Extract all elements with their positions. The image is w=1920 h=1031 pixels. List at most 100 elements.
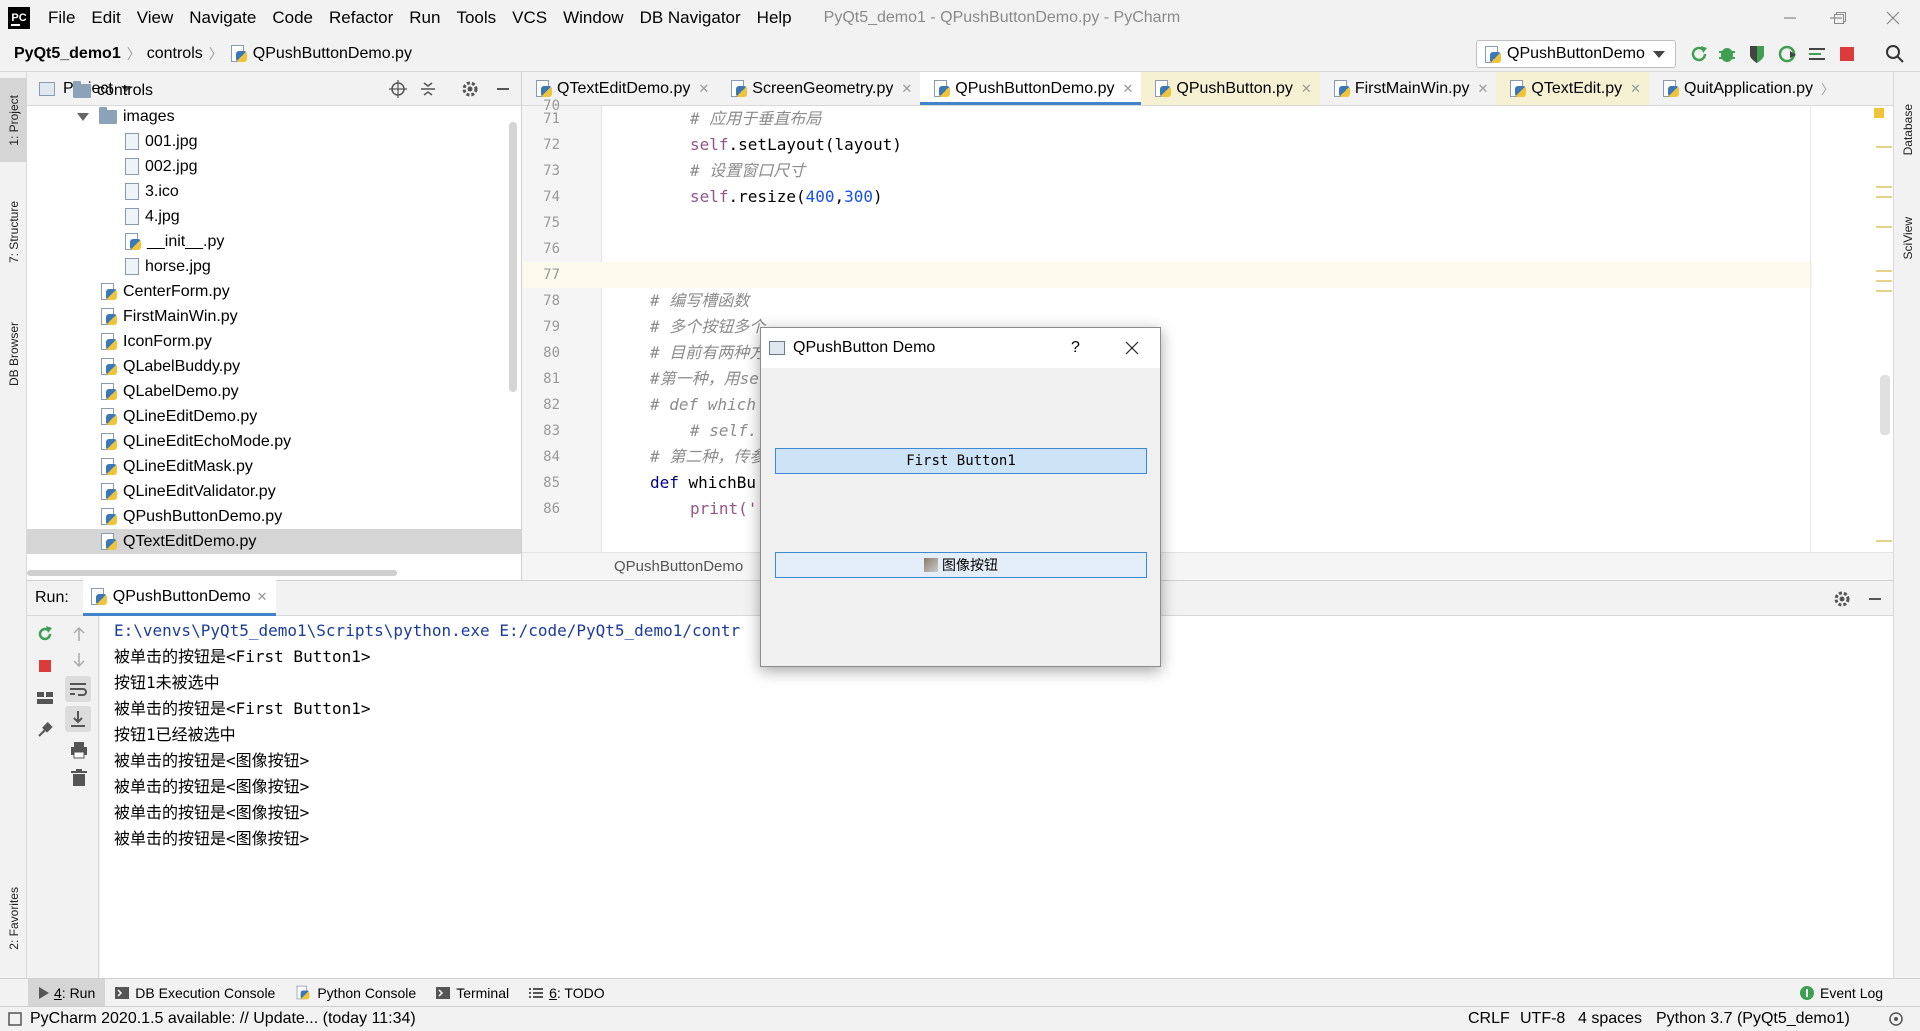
error-stripe-mark[interactable] [1876,196,1892,198]
tab-qpushbutton[interactable]: QPushButton.py ✕ [1141,72,1320,105]
tool-window-python-console[interactable]: Python Console [285,979,426,1007]
menu-edit[interactable]: Edit [83,0,128,36]
tree-item-file-selected[interactable]: QTextEditDemo.py [27,529,521,554]
stop-icon[interactable] [35,656,55,676]
editor-scrollbar[interactable] [1880,375,1890,435]
tool-window-event-log[interactable]: Event Log [1790,979,1893,1007]
tree-item-file[interactable]: QPushButtonDemo.py [27,504,507,529]
window-restore-button[interactable] [1820,0,1860,36]
status-interpreter[interactable]: Python 3.7 (PyQt5_demo1) [1656,1007,1850,1031]
close-icon[interactable]: ✕ [257,589,268,605]
error-stripe-mark[interactable] [1876,146,1892,148]
first-button1[interactable]: First Button1 [775,448,1147,474]
soft-wrap-toggle[interactable] [65,676,91,702]
stop-icon[interactable] [1836,43,1858,65]
editor-breadcrumb[interactable]: QPushButtonDemo [522,552,1893,580]
tree-item-file[interactable]: QLineEditDemo.py [27,404,507,429]
tree-item-file[interactable]: 001.jpg [27,129,507,154]
breadcrumb-folder[interactable]: controls [141,45,203,63]
tool-tab-database[interactable]: Database [1894,82,1920,178]
error-stripe-mark[interactable] [1876,540,1892,542]
tab-qtextedit[interactable]: QTextEdit.py ✕ [1496,72,1650,105]
vertical-scrollbar[interactable] [509,122,517,392]
profile-icon[interactable] [1776,43,1798,65]
breadcrumb-project[interactable]: PyQt5_demo1 [0,45,121,63]
menu-navigate[interactable]: Navigate [181,0,264,36]
menu-window[interactable]: Window [555,0,631,36]
tool-window-terminal[interactable]: Terminal [426,979,519,1007]
inspector-icon[interactable] [1888,1011,1904,1027]
trash-icon[interactable] [69,768,89,788]
pin-icon[interactable] [35,720,55,740]
tree-item-controls[interactable]: controls [27,78,507,103]
rerun-icon[interactable] [35,624,55,644]
hide-icon[interactable] [1867,591,1883,607]
coverage-icon[interactable] [1746,43,1768,65]
tool-tab-db-browser[interactable]: DB Browser [0,304,27,404]
status-line-separator[interactable]: CRLF [1468,1007,1510,1031]
chevron-right-icon[interactable]: 〉 [1821,79,1834,98]
tree-item-file[interactable]: QLineEditEchoMode.py [27,429,507,454]
menu-refactor[interactable]: Refactor [321,0,401,36]
menu-db-navigator[interactable]: DB Navigator [632,0,749,36]
close-icon[interactable] [1125,341,1139,355]
status-encoding[interactable]: UTF-8 [1520,1007,1565,1031]
error-stripe-mark[interactable] [1876,290,1892,292]
error-stripe-mark[interactable] [1876,270,1892,272]
tab-quitapplication[interactable]: QuitApplication.py 〉 [1649,72,1842,105]
scroll-to-end-toggle[interactable] [65,706,91,732]
run-configuration-select[interactable]: QPushButtonDemo [1476,40,1676,68]
gear-icon[interactable] [1833,590,1851,608]
image-button[interactable]: 图像按钮 [775,552,1147,578]
tab-screengeometry[interactable]: ScreenGeometry.py ✕ [717,72,920,105]
menu-help[interactable]: Help [749,0,800,36]
tab-firstmainwin[interactable]: FirstMainWin.py ✕ [1320,72,1497,105]
inspection-warning-icon[interactable] [1874,108,1884,118]
restore-layout-icon[interactable] [35,688,55,708]
dialog-title-bar[interactable]: QPushButton Demo ? [761,328,1160,368]
close-icon[interactable]: ✕ [1630,81,1641,97]
tree-item-file[interactable]: 002.jpg [27,154,507,179]
horizontal-scrollbar[interactable] [27,570,397,576]
status-indent[interactable]: 4 spaces [1578,1007,1642,1031]
tool-tab-favorites[interactable]: 2: Favorites [0,868,27,968]
tree-item-file[interactable]: CenterForm.py [27,279,507,304]
print-icon[interactable] [69,740,89,760]
debug-icon[interactable] [1716,43,1738,65]
run-console[interactable]: E:\venvs\PyQt5_demo1\Scripts\python.exe … [100,616,1893,978]
tree-item-file[interactable]: 3.ico [27,179,507,204]
close-icon[interactable]: ✕ [1301,81,1312,97]
tool-tab-structure[interactable]: 7: Structure [0,182,27,282]
window-close-button[interactable] [1866,0,1920,36]
tree-item-file[interactable]: IconForm.py [27,329,507,354]
arrow-up-icon[interactable] [69,624,89,644]
tool-window-run[interactable]: 4: Run [28,978,106,1007]
tree-item-images[interactable]: images [27,104,507,129]
status-update-message[interactable]: PyCharm 2020.1.5 available: // Update...… [30,1010,416,1028]
tree-item-file[interactable]: QLineEditValidator.py [27,479,507,504]
menu-tools[interactable]: Tools [448,0,504,36]
tree-item-file[interactable]: horse.jpg [27,254,507,279]
tool-window-todo[interactable]: 6: TODO [519,979,615,1007]
tool-tab-sciview[interactable]: SciView [1894,190,1920,286]
toggle-tool-windows-icon[interactable] [8,1011,22,1026]
close-icon[interactable]: ✕ [901,81,912,97]
menu-file[interactable]: File [40,0,83,36]
menu-vcs[interactable]: VCS [504,0,555,36]
help-button[interactable]: ? [1071,339,1080,357]
error-stripe-mark[interactable] [1876,280,1892,282]
tree-item-file[interactable]: FirstMainWin.py [27,304,507,329]
rerun-icon[interactable] [1688,43,1710,65]
arrow-down-icon[interactable] [69,650,89,670]
breadcrumb-file[interactable]: QPushButtonDemo.py [253,45,412,63]
menu-view[interactable]: View [129,0,182,36]
window-minimize-button[interactable] [1760,0,1820,36]
close-icon[interactable]: ✕ [1478,81,1489,97]
tool-tab-project[interactable]: 1: Project [0,78,27,162]
tool-window-db-console[interactable]: DB Execution Console [105,979,285,1007]
concurrency-icon[interactable] [1806,43,1828,65]
menu-code[interactable]: Code [264,0,321,36]
close-icon[interactable]: ✕ [1123,81,1134,97]
search-icon[interactable] [1884,43,1906,65]
menu-run[interactable]: Run [401,0,448,36]
